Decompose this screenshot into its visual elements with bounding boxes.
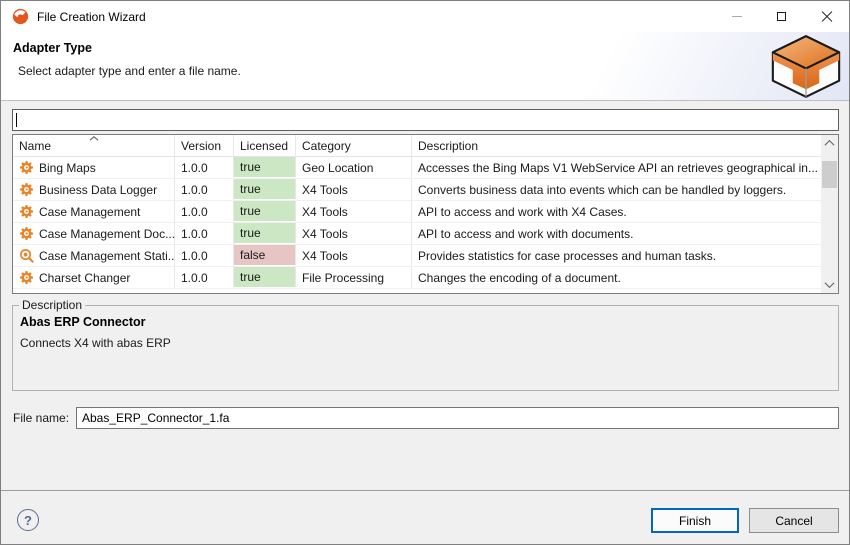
licensed-badge: true (234, 201, 296, 222)
title-bar: File Creation Wizard (1, 1, 849, 32)
page-subtitle: Select adapter type and enter a file nam… (18, 64, 241, 78)
gear-icon (19, 270, 34, 285)
chevron-down-icon (825, 278, 835, 288)
adapter-table: Name Version Licensed Category Descripti… (12, 134, 839, 294)
help-button[interactable]: ? (17, 509, 39, 531)
gear-icon (19, 160, 34, 175)
file-creation-wizard-dialog: File Creation Wizard Adapter Type Select… (0, 0, 850, 545)
licensed-badge: true (234, 157, 296, 178)
table-row[interactable]: Case Management Stati... 1.0.0 false X4 … (13, 245, 821, 267)
scroll-down-button[interactable] (821, 276, 838, 293)
licensed-badge: false (234, 245, 296, 266)
cancel-button[interactable]: Cancel (749, 508, 839, 533)
scrollbar-thumb[interactable] (822, 161, 837, 188)
table-row[interactable]: Charset Changer 1.0.0 true File Processi… (13, 267, 821, 289)
description-groupbox-label: Description (19, 298, 85, 312)
close-icon (821, 11, 833, 23)
finish-button[interactable]: Finish (651, 508, 739, 533)
wizard-banner: Adapter Type Select adapter type and ent… (1, 32, 849, 101)
gear-icon (19, 226, 34, 241)
file-name-input[interactable] (76, 407, 839, 429)
column-header-name[interactable]: Name (13, 135, 175, 156)
gear-icon (19, 204, 34, 219)
x4-cube-logo-icon (770, 34, 842, 99)
table-row[interactable]: Case Management Doc... 1.0.0 true X4 Too… (13, 223, 821, 245)
licensed-badge: true (234, 179, 296, 200)
column-header-category[interactable]: Category (296, 135, 412, 156)
page-title: Adapter Type (13, 41, 92, 55)
app-logo-icon (12, 8, 29, 25)
footer-separator (1, 490, 849, 491)
minimize-icon (732, 16, 742, 17)
description-groupbox: Description Abas ERP Connector Connects … (12, 298, 839, 391)
chevron-up-icon (825, 140, 835, 150)
selected-adapter-description: Connects X4 with abas ERP (20, 336, 838, 350)
column-header-description[interactable]: Description (412, 135, 821, 156)
adapter-filter-input[interactable] (12, 109, 839, 131)
gear-icon (19, 182, 34, 197)
close-button[interactable] (804, 1, 849, 32)
table-row[interactable]: Business Data Logger 1.0.0 true X4 Tools… (13, 179, 821, 201)
column-header-version[interactable]: Version (175, 135, 234, 156)
maximize-button[interactable] (759, 1, 804, 32)
selected-adapter-title: Abas ERP Connector (20, 315, 838, 329)
window-title: File Creation Wizard (37, 10, 146, 24)
text-caret (16, 113, 17, 127)
column-header-licensed[interactable]: Licensed (234, 135, 296, 156)
table-row[interactable]: Case Management 1.0.0 true X4 Tools API … (13, 201, 821, 223)
maximize-icon (777, 12, 786, 21)
magnifier-gear-icon (19, 248, 34, 263)
table-header-row: Name Version Licensed Category Descripti… (13, 135, 821, 157)
scroll-up-button[interactable] (821, 135, 838, 152)
table-row[interactable]: Bing Maps 1.0.0 true Geo Location Access… (13, 157, 821, 179)
licensed-badge: true (234, 223, 296, 244)
minimize-button[interactable] (714, 1, 759, 32)
vertical-scrollbar[interactable] (821, 135, 838, 293)
file-name-label: File name: (13, 407, 69, 429)
sort-ascending-icon (89, 136, 99, 141)
licensed-badge: true (234, 267, 296, 288)
